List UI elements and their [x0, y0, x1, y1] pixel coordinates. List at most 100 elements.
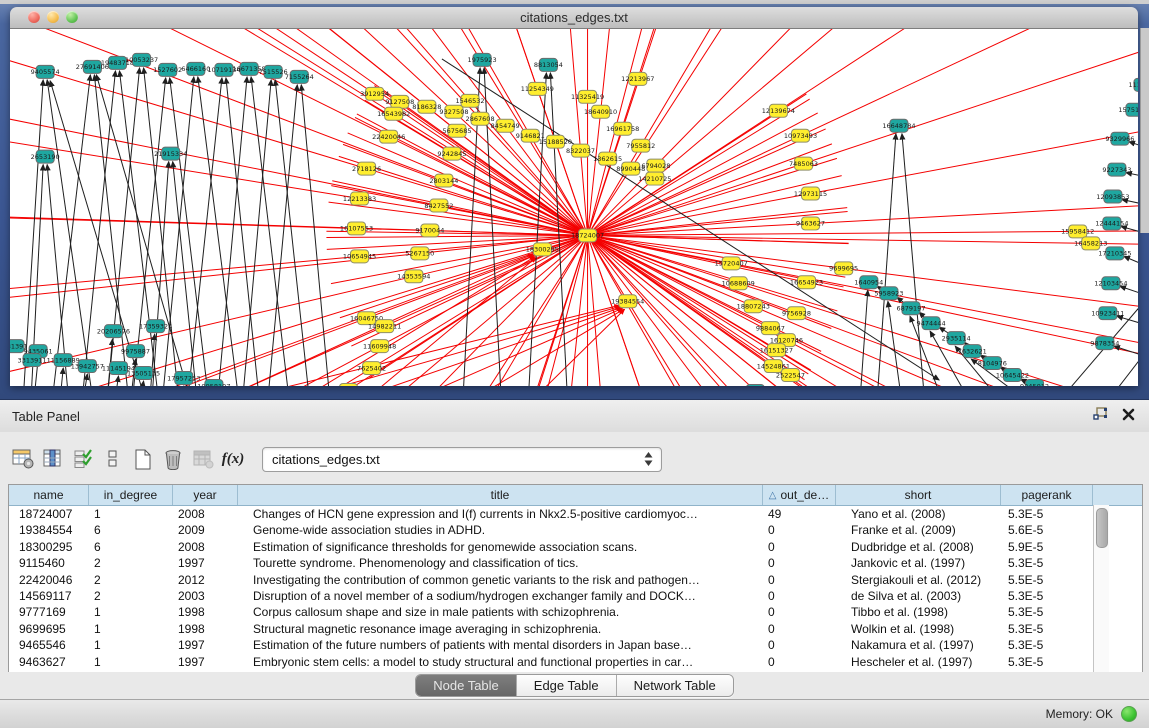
cell-in_degree[interactable]: 2	[89, 572, 173, 588]
cell-year[interactable]: 2009	[173, 522, 238, 538]
cell-year[interactable]: 1998	[173, 621, 238, 637]
scrollbar-thumb[interactable]	[1096, 508, 1108, 548]
cell-name[interactable]: 18724007	[9, 506, 89, 522]
select-rows-icon[interactable]	[68, 444, 98, 474]
cell-out_degree[interactable]: 0	[763, 522, 836, 538]
cell-pagerank[interactable]: 5.3E-5	[1001, 588, 1093, 604]
cell-title[interactable]: Estimation of the future numbers of pati…	[238, 637, 763, 653]
cell-short[interactable]: Hescheler et al. (1997)	[836, 654, 1001, 670]
cell-title[interactable]: Genome-wide association studies in ADHD.	[238, 522, 763, 538]
cell-year[interactable]: 2008	[173, 506, 238, 522]
table-row[interactable]: 1872400712008Changes of HCN gene express…	[9, 506, 1142, 522]
delete-table-icon[interactable]	[158, 444, 188, 474]
column-icon[interactable]	[38, 444, 68, 474]
cell-in_degree[interactable]: 1	[89, 604, 173, 620]
cell-in_degree[interactable]: 1	[89, 654, 173, 670]
table-row[interactable]: 1938455462009Genome-wide association stu…	[9, 522, 1142, 538]
cell-short[interactable]: Tibbo et al. (1998)	[836, 604, 1001, 620]
cell-out_degree[interactable]: 0	[763, 555, 836, 571]
cell-out_degree[interactable]: 0	[763, 621, 836, 637]
cell-title[interactable]: Tourette syndrome. Phenomenology and cla…	[238, 555, 763, 571]
column-header-short[interactable]: short	[836, 485, 1001, 505]
cell-name[interactable]: 14569117	[9, 588, 89, 604]
cell-pagerank[interactable]: 5.9E-5	[1001, 539, 1093, 555]
table-row[interactable]: 977716911998Corpus callosum shape and si…	[9, 604, 1142, 620]
cell-year[interactable]: 2012	[173, 572, 238, 588]
cell-short[interactable]: Nakamura et al. (1997)	[836, 637, 1001, 653]
cell-pagerank[interactable]: 5.3E-5	[1001, 621, 1093, 637]
cell-out_degree[interactable]: 0	[763, 588, 836, 604]
table-row[interactable]: 1456911722003Disruption of a novel membe…	[9, 588, 1142, 604]
cell-name[interactable]: 9699695	[9, 621, 89, 637]
column-header-pagerank[interactable]: pagerank	[1001, 485, 1093, 505]
cell-year[interactable]: 1997	[173, 654, 238, 670]
citation-network-graph[interactable]: 1872400718300295193845543912954912750816…	[10, 29, 1138, 386]
cell-title[interactable]: Disruption of a novel member of a sodium…	[238, 588, 763, 604]
cell-pagerank[interactable]: 5.6E-5	[1001, 522, 1093, 538]
memory-status-icon[interactable]	[1121, 706, 1137, 722]
table-row[interactable]: 2242004622012Investigating the contribut…	[9, 572, 1142, 588]
cell-title[interactable]: Changes of HCN gene expression and I(f) …	[238, 506, 763, 522]
cell-name[interactable]: 22420046	[9, 572, 89, 588]
cell-out_degree[interactable]: 0	[763, 572, 836, 588]
graph-node[interactable]	[746, 385, 764, 386]
cell-name[interactable]: 19384554	[9, 522, 89, 538]
cell-in_degree[interactable]: 6	[89, 522, 173, 538]
cell-out_degree[interactable]: 49	[763, 506, 836, 522]
table-row[interactable]: 911546021997Tourette syndrome. Phenomeno…	[9, 555, 1142, 571]
cell-year[interactable]: 1997	[173, 555, 238, 571]
table-settings-icon[interactable]	[8, 444, 38, 474]
new-table-icon[interactable]	[128, 444, 158, 474]
cell-out_degree[interactable]: 0	[763, 604, 836, 620]
cell-name[interactable]: 9463627	[9, 654, 89, 670]
cell-short[interactable]: Jankovic et al. (1997)	[836, 555, 1001, 571]
cell-short[interactable]: Dudbridge et al. (2008)	[836, 539, 1001, 555]
table-row[interactable]: 1830029562008Estimation of significance …	[9, 539, 1142, 555]
rows-icon[interactable]	[98, 444, 128, 474]
import-table-icon[interactable]	[188, 444, 218, 474]
table-selector-dropdown[interactable]: citations_edges.txt	[262, 447, 662, 472]
cell-in_degree[interactable]: 1	[89, 637, 173, 653]
table-row[interactable]: 946554611997Estimation of the future num…	[9, 637, 1142, 653]
cell-year[interactable]: 1998	[173, 604, 238, 620]
column-header-out_degree[interactable]: △out_de…	[763, 485, 836, 505]
cell-title[interactable]: Investigating the contribution of common…	[238, 572, 763, 588]
tab-node-table[interactable]: Node Table	[416, 675, 517, 696]
float-icon[interactable]	[1093, 407, 1108, 426]
table-vertical-scrollbar[interactable]	[1093, 505, 1109, 673]
column-header-title[interactable]: title	[238, 485, 763, 505]
cell-year[interactable]: 2003	[173, 588, 238, 604]
cell-out_degree[interactable]: 0	[763, 637, 836, 653]
cell-title[interactable]: Estimation of significance thresholds fo…	[238, 539, 763, 555]
cell-name[interactable]: 9115460	[9, 555, 89, 571]
cell-out_degree[interactable]: 0	[763, 539, 836, 555]
tab-network-table[interactable]: Network Table	[617, 675, 733, 696]
cell-title[interactable]: Structural magnetic resonance image aver…	[238, 621, 763, 637]
cell-in_degree[interactable]: 2	[89, 555, 173, 571]
cell-pagerank[interactable]: 5.5E-5	[1001, 572, 1093, 588]
cell-year[interactable]: 1997	[173, 637, 238, 653]
cell-short[interactable]: Stergiakouli et al. (2012)	[836, 572, 1001, 588]
column-header-year[interactable]: year	[173, 485, 238, 505]
cell-name[interactable]: 9465546	[9, 637, 89, 653]
cell-pagerank[interactable]: 5.3E-5	[1001, 555, 1093, 571]
cell-in_degree[interactable]: 1	[89, 506, 173, 522]
cell-in_degree[interactable]: 6	[89, 539, 173, 555]
table-row[interactable]: 946362711997Embryonic stem cells: a mode…	[9, 654, 1142, 670]
cell-name[interactable]: 18300295	[9, 539, 89, 555]
function-icon[interactable]: f(x)	[218, 444, 248, 474]
cell-short[interactable]: Franke et al. (2009)	[836, 522, 1001, 538]
column-header-name[interactable]: name	[9, 485, 89, 505]
tab-edge-table[interactable]: Edge Table	[517, 675, 617, 696]
cell-in_degree[interactable]: 2	[89, 588, 173, 604]
cell-pagerank[interactable]: 5.3E-5	[1001, 604, 1093, 620]
close-icon[interactable]	[1122, 408, 1135, 426]
cell-short[interactable]: Yano et al. (2008)	[836, 506, 1001, 522]
cell-short[interactable]: Wolkin et al. (1998)	[836, 621, 1001, 637]
cell-title[interactable]: Corpus callosum shape and size in male p…	[238, 604, 763, 620]
network-canvas[interactable]: 1872400718300295193845543912954912750816…	[10, 29, 1138, 386]
column-header-in_degree[interactable]: in_degree	[89, 485, 173, 505]
cell-title[interactable]: Embryonic stem cells: a model to study s…	[238, 654, 763, 670]
cell-pagerank[interactable]: 5.3E-5	[1001, 506, 1093, 522]
cell-short[interactable]: de Silva et al. (2003)	[836, 588, 1001, 604]
